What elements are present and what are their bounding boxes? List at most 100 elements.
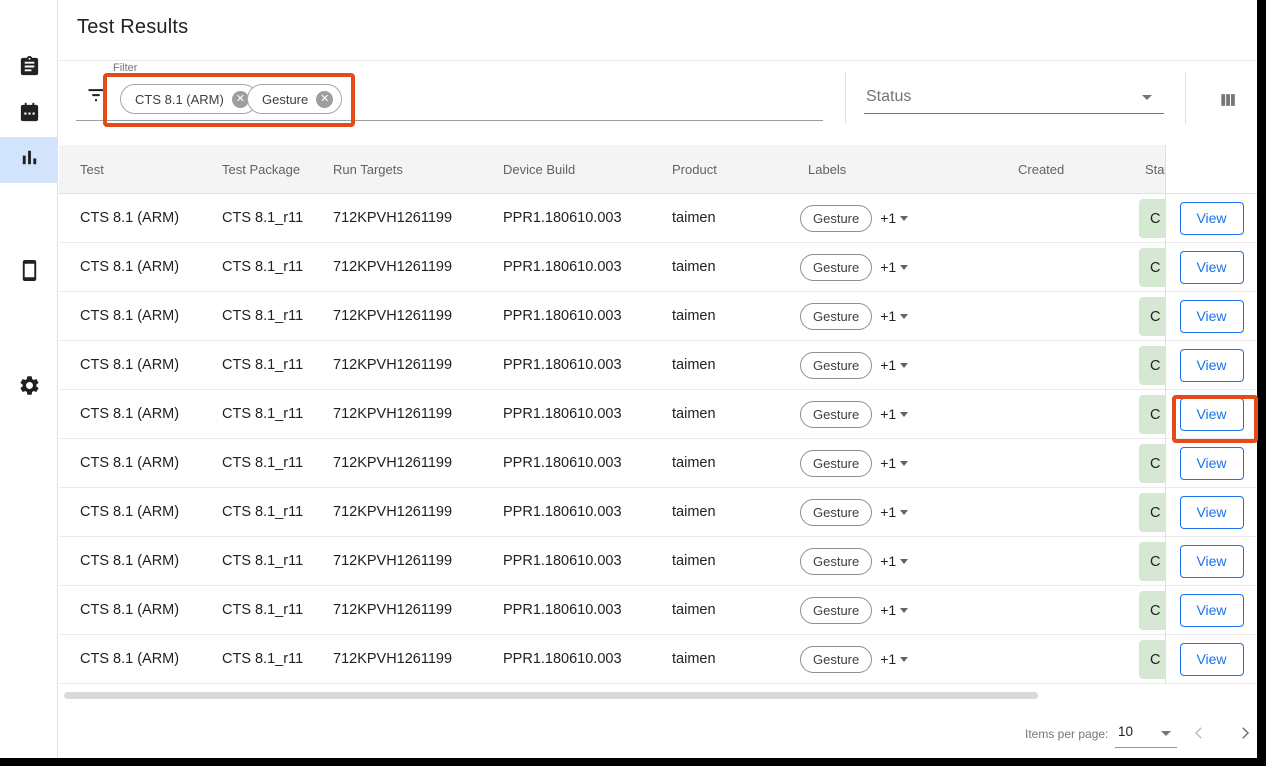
- app-window: Test Results Filter CTS 8.1 (ARM) ✕ Gest…: [0, 0, 1266, 766]
- extra-labels-toggle[interactable]: +1: [880, 553, 908, 569]
- action-cell: View: [1166, 586, 1257, 635]
- view-button[interactable]: View: [1180, 398, 1244, 431]
- sidebar-item-test-plans[interactable]: [0, 46, 58, 92]
- filter-input-underline[interactable]: [76, 120, 823, 121]
- table-header: Test Test Package Run Targets Device Bui…: [59, 145, 1257, 194]
- screen-edge-bottom: [0, 758, 1266, 766]
- horizontal-scrollbar-thumb[interactable]: [64, 692, 1038, 699]
- items-per-page-select[interactable]: 10: [1115, 722, 1177, 748]
- table-row[interactable]: CTS 8.1 (ARM) CTS 8.1_r11 712KPVH1261199…: [59, 586, 1257, 635]
- cell-device-build: PPR1.180610.003: [503, 292, 622, 340]
- next-page-button[interactable]: [1235, 724, 1255, 744]
- extra-labels-toggle[interactable]: +1: [880, 406, 908, 422]
- status-select-label: Status: [866, 88, 911, 106]
- view-button[interactable]: View: [1180, 349, 1244, 382]
- clipboard-icon: [18, 55, 41, 83]
- filter-chip-label: CTS 8.1 (ARM): [135, 92, 224, 107]
- sidebar-item-test-results[interactable]: [0, 137, 58, 183]
- view-button[interactable]: View: [1180, 545, 1244, 578]
- extra-labels-toggle[interactable]: +1: [880, 259, 908, 275]
- sidebar-item-schedule[interactable]: [0, 92, 58, 138]
- cell-device-build: PPR1.180610.003: [503, 341, 622, 389]
- extra-labels-toggle[interactable]: +1: [880, 210, 908, 226]
- cell-device-build: PPR1.180610.003: [503, 194, 622, 242]
- items-per-page-value: 10: [1118, 724, 1133, 739]
- filter-chip-cts[interactable]: CTS 8.1 (ARM) ✕: [120, 84, 258, 114]
- extra-labels-toggle[interactable]: +1: [880, 504, 908, 520]
- action-cell: View: [1166, 341, 1257, 390]
- close-icon[interactable]: ✕: [316, 91, 333, 108]
- table-row[interactable]: CTS 8.1 (ARM) CTS 8.1_r11 712KPVH1261199…: [59, 292, 1257, 341]
- cell-device-build: PPR1.180610.003: [503, 439, 622, 487]
- label-chip[interactable]: Gesture: [800, 401, 872, 428]
- label-chip[interactable]: Gesture: [800, 597, 872, 624]
- cell-product: taimen: [672, 390, 716, 438]
- chevron-down-icon: [900, 461, 908, 466]
- cell-run-targets: 712KPVH1261199: [333, 390, 452, 438]
- cell-device-build: PPR1.180610.003: [503, 488, 622, 536]
- extra-labels-toggle[interactable]: +1: [880, 308, 908, 324]
- cell-labels: Gesture +1: [800, 243, 908, 291]
- view-button[interactable]: View: [1180, 496, 1244, 529]
- label-chip[interactable]: Gesture: [800, 499, 872, 526]
- previous-page-button[interactable]: [1189, 724, 1209, 744]
- table-row[interactable]: CTS 8.1 (ARM) CTS 8.1_r11 712KPVH1261199…: [59, 341, 1257, 390]
- smartphone-icon: [18, 259, 41, 287]
- status-select[interactable]: Status: [864, 86, 1164, 114]
- label-chip[interactable]: Gesture: [800, 450, 872, 477]
- cell-device-build: PPR1.180610.003: [503, 390, 622, 438]
- calendar-icon: [18, 101, 41, 129]
- filter-chip-gesture[interactable]: Gesture ✕: [247, 84, 342, 114]
- chevron-down-icon: [900, 216, 908, 221]
- extra-labels-toggle[interactable]: +1: [880, 602, 908, 618]
- table-row[interactable]: CTS 8.1 (ARM) CTS 8.1_r11 712KPVH1261199…: [59, 243, 1257, 292]
- table-row[interactable]: CTS 8.1 (ARM) CTS 8.1_r11 712KPVH1261199…: [59, 194, 1257, 243]
- action-cell: View: [1166, 194, 1257, 243]
- cell-labels: Gesture +1: [800, 292, 908, 340]
- filter-icon: [86, 85, 106, 105]
- cell-product: taimen: [672, 341, 716, 389]
- label-chip[interactable]: Gesture: [800, 352, 872, 379]
- action-cell: View: [1166, 537, 1257, 586]
- table-row[interactable]: CTS 8.1 (ARM) CTS 8.1_r11 712KPVH1261199…: [59, 488, 1257, 537]
- chevron-down-icon: [1142, 95, 1152, 100]
- sidebar-item-devices[interactable]: [0, 250, 58, 296]
- table-row[interactable]: CTS 8.1 (ARM) CTS 8.1_r11 712KPVH1261199…: [59, 390, 1257, 439]
- cell-test: CTS 8.1 (ARM): [80, 341, 179, 389]
- bar-chart-icon: [18, 146, 41, 174]
- view-button[interactable]: View: [1180, 643, 1244, 676]
- cell-product: taimen: [672, 537, 716, 585]
- column-header-created: Created: [1018, 145, 1064, 194]
- extra-labels-toggle[interactable]: +1: [880, 455, 908, 471]
- label-chip[interactable]: Gesture: [800, 548, 872, 575]
- table-row[interactable]: CTS 8.1 (ARM) CTS 8.1_r11 712KPVH1261199…: [59, 537, 1257, 586]
- columns-toggle-button[interactable]: [1214, 88, 1242, 116]
- chevron-down-icon: [1161, 731, 1171, 736]
- view-button[interactable]: View: [1180, 202, 1244, 235]
- items-per-page-label: Items per page:: [1025, 727, 1108, 741]
- view-button[interactable]: View: [1180, 594, 1244, 627]
- view-button[interactable]: View: [1180, 447, 1244, 480]
- extra-labels-toggle[interactable]: +1: [880, 357, 908, 373]
- label-chip[interactable]: Gesture: [800, 205, 872, 232]
- extra-labels-toggle[interactable]: +1: [880, 651, 908, 667]
- label-chip[interactable]: Gesture: [800, 646, 872, 673]
- view-button[interactable]: View: [1180, 251, 1244, 284]
- column-header-test-package: Test Package: [222, 145, 300, 194]
- label-chip[interactable]: Gesture: [800, 254, 872, 281]
- sidebar-item-settings[interactable]: [0, 365, 58, 411]
- cell-labels: Gesture +1: [800, 341, 908, 389]
- label-chip[interactable]: Gesture: [800, 303, 872, 330]
- cell-run-targets: 712KPVH1261199: [333, 194, 452, 242]
- cell-test-package: CTS 8.1_r11: [222, 635, 303, 683]
- cell-device-build: PPR1.180610.003: [503, 635, 622, 683]
- cell-labels: Gesture +1: [800, 194, 908, 242]
- chevron-down-icon: [900, 657, 908, 662]
- cell-product: taimen: [672, 488, 716, 536]
- chevron-down-icon: [900, 265, 908, 270]
- table-row[interactable]: CTS 8.1 (ARM) CTS 8.1_r11 712KPVH1261199…: [59, 439, 1257, 488]
- view-button[interactable]: View: [1180, 300, 1244, 333]
- filterbar-divider: [1185, 72, 1186, 124]
- action-cell: View: [1166, 390, 1257, 439]
- table-row[interactable]: CTS 8.1 (ARM) CTS 8.1_r11 712KPVH1261199…: [59, 635, 1257, 684]
